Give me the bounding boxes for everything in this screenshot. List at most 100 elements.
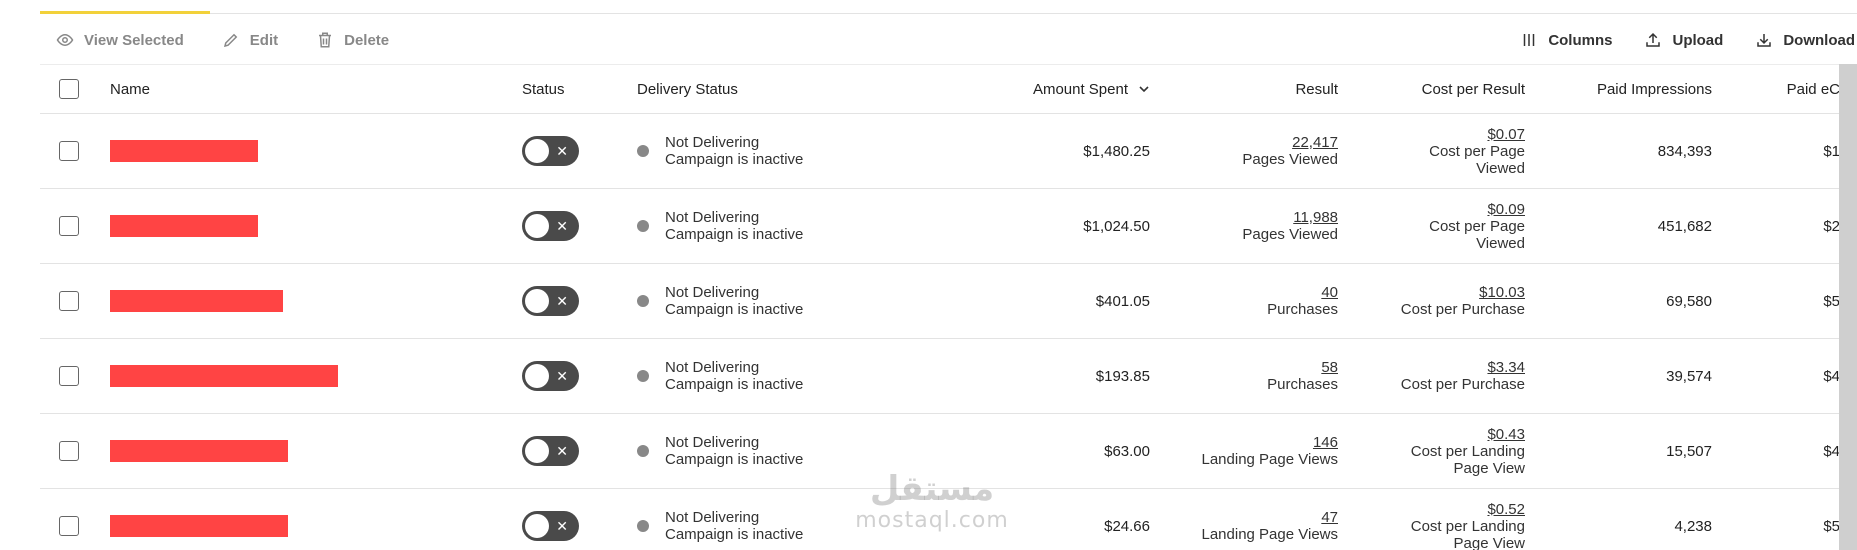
eye-icon xyxy=(56,33,74,47)
select-all-checkbox[interactable] xyxy=(59,79,79,99)
cost-per-result-link[interactable]: $0.07 xyxy=(1429,126,1525,143)
header-cost-per-result[interactable]: Cost per Result xyxy=(1350,65,1525,113)
table-row[interactable]: ✕ Not Delivering Campaign is inactive $40… xyxy=(40,264,1840,339)
status-cell: ✕ xyxy=(522,414,602,488)
result-type: Purchases xyxy=(1267,301,1338,318)
campaign-name-cell[interactable] xyxy=(110,189,460,263)
delete-label: Delete xyxy=(344,31,390,49)
result-value-link[interactable]: 47 xyxy=(1202,509,1338,526)
cost-per-result-label-1: Cost per Landing xyxy=(1410,442,1525,460)
result-value-link[interactable]: 22,417 xyxy=(1242,134,1338,151)
edit-label: Edit xyxy=(249,31,279,49)
cost-per-result-label-1: Cost per Page xyxy=(1429,217,1525,235)
columns-button[interactable]: Columns xyxy=(1520,31,1612,49)
campaign-name-cell[interactable] xyxy=(110,264,460,338)
status-cell: ✕ xyxy=(522,189,602,263)
status-toggle[interactable]: ✕ xyxy=(522,511,579,541)
vertical-scrollbar[interactable] xyxy=(1839,64,1857,550)
columns-label: Columns xyxy=(1548,31,1613,49)
result-value-link[interactable]: 58 xyxy=(1267,359,1338,376)
delivery-status-cell: Not Delivering Campaign is inactive xyxy=(637,189,897,263)
result-cell: 11,988 Pages Viewed xyxy=(1170,189,1338,263)
cost-per-result-link[interactable]: $0.09 xyxy=(1429,201,1525,218)
status-toggle[interactable]: ✕ xyxy=(522,361,579,391)
status-cell: ✕ xyxy=(522,339,602,413)
redacted-campaign-name xyxy=(110,365,338,387)
delivery-substatus: Campaign is inactive xyxy=(665,151,804,168)
pencil-icon xyxy=(223,33,238,48)
result-value-link[interactable]: 11,988 xyxy=(1242,209,1338,226)
download-button[interactable]: Download xyxy=(1755,31,1855,49)
table-row[interactable]: ✕ Not Delivering Campaign is inactive $1,… xyxy=(40,189,1840,264)
edit-button[interactable]: Edit xyxy=(222,31,278,49)
cost-per-result-cell: $0.09 Cost per Page Viewed xyxy=(1350,189,1525,263)
delivery-substatus: Campaign is inactive xyxy=(665,526,804,543)
header-result[interactable]: Result xyxy=(1170,65,1338,113)
campaign-name-cell[interactable] xyxy=(110,339,460,413)
toolbar-right: Columns Upload Download xyxy=(1488,31,1855,49)
toggle-knob xyxy=(525,439,549,463)
header-paid-impressions[interactable]: Paid Impressions xyxy=(1540,65,1712,113)
amount-spent: $1,480.25 xyxy=(1083,142,1150,160)
header-amount-spent-label: Amount Spent xyxy=(1032,80,1128,98)
redacted-campaign-name xyxy=(110,215,258,237)
table-header: Name Status Delivery Status Amount Spent… xyxy=(40,64,1840,114)
cost-per-result-link[interactable]: $10.03 xyxy=(1401,284,1525,301)
header-delivery-status[interactable]: Delivery Status xyxy=(637,65,897,113)
close-icon: ✕ xyxy=(556,443,568,459)
paid-ec-value: $2 xyxy=(1823,217,1840,235)
row-checkbox[interactable] xyxy=(59,291,79,311)
cost-per-result-link[interactable]: $0.43 xyxy=(1411,426,1525,443)
campaign-name-cell[interactable] xyxy=(110,414,460,488)
delete-button[interactable]: Delete xyxy=(316,31,389,49)
status-toggle[interactable]: ✕ xyxy=(522,211,579,241)
result-value-link[interactable]: 40 xyxy=(1267,284,1338,301)
header-paid-ec[interactable]: Paid eC xyxy=(1740,65,1840,113)
redacted-campaign-name xyxy=(110,515,288,537)
paid-impressions: 451,682 xyxy=(1657,217,1712,235)
amount-spent: $401.05 xyxy=(1095,292,1150,310)
amount-spent: $1,024.50 xyxy=(1083,217,1150,235)
table-row[interactable]: ✕ Not Delivering Campaign is inactive $1,… xyxy=(40,114,1840,189)
header-status[interactable]: Status xyxy=(522,65,602,113)
cost-per-result-cell: $0.07 Cost per Page Viewed xyxy=(1350,114,1525,188)
toggle-knob xyxy=(525,139,549,163)
header-name[interactable]: Name xyxy=(110,65,460,113)
header-amount-spent[interactable]: Amount Spent xyxy=(910,65,1150,113)
paid-impressions: 834,393 xyxy=(1657,142,1712,160)
row-checkbox[interactable] xyxy=(59,141,79,161)
cost-per-result-cell: $0.52 Cost per Landing Page View xyxy=(1350,489,1525,550)
table-row[interactable]: ✕ Not Delivering Campaign is inactive $19… xyxy=(40,339,1840,414)
toggle-knob xyxy=(525,364,549,388)
campaign-name-cell[interactable] xyxy=(110,114,460,188)
cost-per-result-label-2: Page View xyxy=(1453,459,1525,477)
paid-ec-value: $4 xyxy=(1823,367,1840,385)
view-selected-button[interactable]: View Selected xyxy=(56,31,184,49)
result-cell: 40 Purchases xyxy=(1170,264,1338,338)
paid-impressions: 15,507 xyxy=(1666,442,1712,460)
close-icon: ✕ xyxy=(556,293,568,309)
cost-per-result-link[interactable]: $3.34 xyxy=(1401,359,1525,376)
status-toggle[interactable]: ✕ xyxy=(522,136,579,166)
cost-per-result-link[interactable]: $0.52 xyxy=(1411,501,1525,518)
upload-button[interactable]: Upload xyxy=(1644,31,1723,49)
status-dot-icon xyxy=(637,145,649,157)
chevron-down-icon xyxy=(1139,86,1149,93)
status-toggle[interactable]: ✕ xyxy=(522,436,579,466)
row-checkbox[interactable] xyxy=(59,441,79,461)
row-checkbox[interactable] xyxy=(59,216,79,236)
result-cell: 47 Landing Page Views xyxy=(1170,489,1339,550)
row-checkbox[interactable] xyxy=(59,366,79,386)
paid-ec-value: $5 xyxy=(1823,517,1840,535)
cost-per-result-cell: $0.43 Cost per Landing Page View xyxy=(1350,414,1525,488)
paid-impressions: 69,580 xyxy=(1666,292,1712,310)
result-value-link[interactable]: 146 xyxy=(1202,434,1338,451)
campaign-name-cell[interactable] xyxy=(110,489,460,550)
status-toggle[interactable]: ✕ xyxy=(522,286,579,316)
columns-icon xyxy=(1524,34,1535,46)
delivery-substatus: Campaign is inactive xyxy=(665,376,804,393)
row-checkbox[interactable] xyxy=(59,516,79,536)
status-cell: ✕ xyxy=(522,264,602,338)
delivery-substatus: Campaign is inactive xyxy=(665,226,804,243)
result-type: Landing Page Views xyxy=(1201,526,1339,543)
